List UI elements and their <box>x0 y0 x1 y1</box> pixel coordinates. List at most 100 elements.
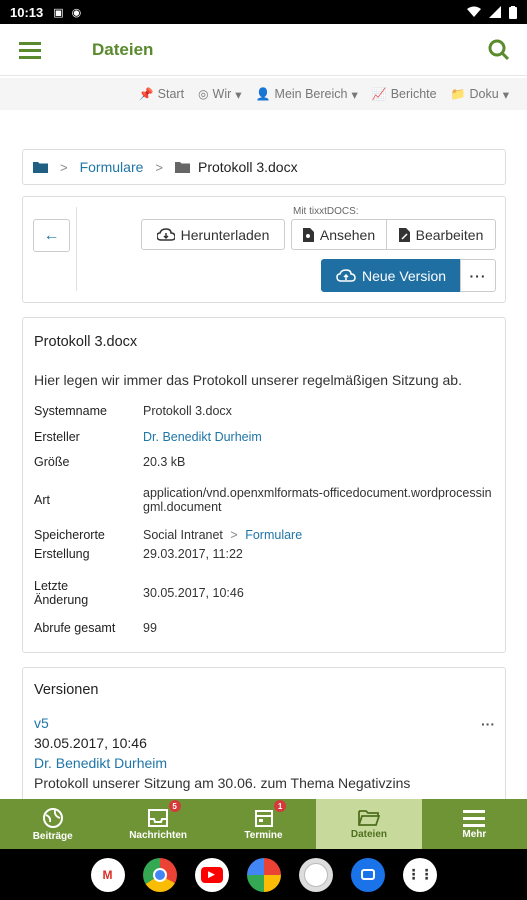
youtube-icon[interactable]: ▶ <box>194 857 229 892</box>
versions-card: Versionen ··· v5 30.05.2017, 10:46 Dr. B… <box>22 667 506 807</box>
calendar-icon <box>254 809 273 827</box>
bottom-nav-nachrichten[interactable]: 5 Nachrichten <box>105 799 210 849</box>
status-time: 10:13 <box>10 4 44 20</box>
location-folder-link[interactable]: Formulare <box>245 528 302 542</box>
search-icon <box>488 39 510 60</box>
wifi-icon <box>467 6 481 17</box>
author-link[interactable]: Dr. Benedikt Durheim <box>143 430 262 444</box>
messages-icon[interactable] <box>350 857 385 892</box>
meta-label: Speicherorte <box>34 527 105 542</box>
chevron-right-icon: > <box>230 527 238 542</box>
version-more-button[interactable]: ··· <box>481 716 495 732</box>
meta-value: 29.03.2017, 11:22 <box>143 547 243 561</box>
edit-button[interactable]: Bearbeiten <box>386 219 496 250</box>
view-button-label: Ansehen <box>319 226 376 243</box>
meta-label: Größe <box>34 455 70 469</box>
meta-row-speicherorte: Speicherorte Social Intranet > Formulare <box>34 522 494 547</box>
view-button[interactable]: Ansehen <box>291 219 387 250</box>
meta-label: Systemname <box>34 404 107 418</box>
meta-row-erstellung: Erstellung 29.03.2017, 11:22 <box>34 547 494 569</box>
inbox-icon <box>148 808 169 827</box>
folder-icon: 📁 <box>450 87 466 101</box>
bottom-nav-label: Dateien <box>350 828 387 840</box>
file-actions-panel: ← Mit tixxtDOCS: Herunterladen Ansehen B… <box>22 196 506 303</box>
user-icon: 👤 <box>255 87 271 101</box>
meta-label: Abrufe gesamt <box>34 621 116 635</box>
version-comment: Protokoll unserer Sitzung am 30.06. zum … <box>34 775 411 791</box>
meta-label: Erstellung <box>34 547 90 561</box>
bottom-navigation: Beiträge 5 Nachrichten 1 Termine Dateien… <box>0 799 527 849</box>
file-description: Hier legen wir immer das Protokoll unser… <box>34 372 462 388</box>
notification-badge: 1 <box>274 800 287 812</box>
notification-icon: ▣ <box>53 6 64 19</box>
nav-item-label: Berichte <box>390 87 437 101</box>
photos-icon[interactable] <box>246 857 281 892</box>
new-version-button-label: Neue Version <box>361 267 447 284</box>
bottom-nav-termine[interactable]: 1 Termine <box>211 799 316 849</box>
version-author-link[interactable]: Dr. Benedikt Durheim <box>34 755 494 771</box>
nav-item-label: Wir <box>212 87 232 101</box>
tixxtdocs-label: Mit tixxtDOCS: <box>293 206 359 217</box>
nav-item-start[interactable]: 📌 Start <box>139 87 184 101</box>
meta-row-systemname: Systemname Protokoll 3.docx <box>34 404 494 430</box>
globe-icon <box>42 807 63 828</box>
bottom-nav-beitraege[interactable]: Beiträge <box>0 799 105 849</box>
app-icon[interactable] <box>298 857 333 892</box>
meta-row-art: Art application/vnd.openxmlformats-offic… <box>34 477 494 522</box>
file-details-card: Protokoll 3.docx Hier legen wir immer da… <box>22 317 506 653</box>
caret-down-icon: ▾ <box>502 87 509 102</box>
gmail-icon[interactable]: M <box>90 857 125 892</box>
nav-item-mein-bereich[interactable]: 👤 Mein Bereich ▾ <box>256 87 358 102</box>
nav-item-wir[interactable]: ◎ Wir ▾ <box>198 87 242 102</box>
caret-down-icon: ▾ <box>351 87 358 102</box>
page-title: Dateien <box>92 39 154 59</box>
bottom-nav-label: Nachrichten <box>129 829 187 841</box>
download-button[interactable]: Herunterladen <box>141 219 285 250</box>
bottom-nav-dateien[interactable]: Dateien <box>316 799 422 849</box>
signal-icon <box>489 6 501 18</box>
breadcrumb-current-file: Protokoll 3.docx <box>197 159 298 175</box>
more-dots-icon: ··· <box>469 267 487 284</box>
search-button[interactable] <box>471 24 527 76</box>
nav-item-label: Doku <box>469 87 499 101</box>
nav-item-berichte[interactable]: 📈 Berichte <box>372 87 437 101</box>
group-icon: ◎ <box>198 87 209 101</box>
alarm-icon: ◉ <box>71 6 82 19</box>
back-button[interactable]: ← <box>33 219 70 252</box>
download-button-label: Herunterladen <box>180 226 270 243</box>
folder-icon[interactable] <box>33 161 48 173</box>
divider <box>76 207 77 291</box>
nav-item-doku[interactable]: 📁 Doku ▾ <box>451 87 509 102</box>
version-date: 30.05.2017, 10:46 <box>34 735 147 751</box>
edit-button-label: Bearbeiten <box>415 226 484 243</box>
breadcrumb-folder-link[interactable]: Formulare <box>80 159 144 175</box>
hamburger-icon <box>463 809 486 827</box>
document-view-icon <box>302 227 314 242</box>
document-edit-icon <box>398 227 410 242</box>
meta-label-line: Letzte <box>34 579 69 593</box>
bottom-nav-mehr[interactable]: Mehr <box>422 799 527 849</box>
meta-row-abrufe: Abrufe gesamt 99 <box>34 617 494 639</box>
more-options-button[interactable]: ··· <box>460 259 496 292</box>
meta-label-line: Änderung <box>34 593 89 607</box>
new-version-button[interactable]: Neue Version <box>321 259 461 292</box>
file-metadata: Systemname Protokoll 3.docx Ersteller Dr… <box>34 404 494 639</box>
meta-value: 20.3 kB <box>143 455 186 469</box>
hamburger-icon <box>19 41 41 59</box>
location-root: Social Intranet <box>143 527 223 542</box>
version-label-link[interactable]: v5 <box>34 715 494 731</box>
top-navigation: 📌 Start ◎ Wir ▾ 👤 Mein Bereich ▾ 📈 Beric… <box>0 78 527 110</box>
meta-row-groesse: Größe 20.3 kB <box>34 455 494 477</box>
bottom-nav-label: Beiträge <box>32 830 73 842</box>
cloud-download-icon <box>156 227 175 241</box>
cloud-upload-icon <box>336 268 356 282</box>
chrome-icon[interactable] <box>142 857 177 892</box>
breadcrumb: > Formulare > Protokoll 3.docx <box>22 149 506 185</box>
caret-down-icon: ▾ <box>235 87 242 102</box>
chevron-right-icon: > <box>155 159 163 175</box>
app-drawer-icon[interactable]: ⋮⋮ <box>402 857 437 892</box>
bottom-nav-label: Termine <box>244 829 283 841</box>
menu-button[interactable] <box>0 24 60 76</box>
meta-value: Protokoll 3.docx <box>143 404 232 418</box>
meta-value: 99 <box>143 621 157 635</box>
